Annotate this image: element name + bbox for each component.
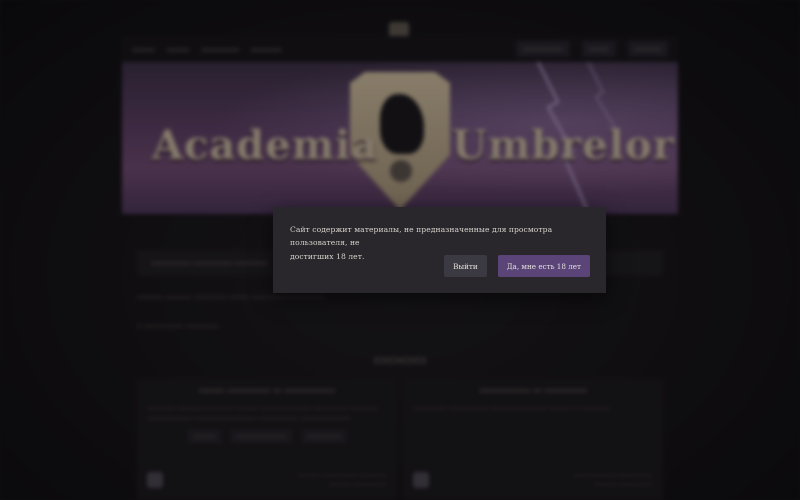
modal-actions: Выйти Да, мне есть 18 лет: [444, 255, 590, 277]
age-verification-modal: Сайт содержит материалы, не предназначен…: [273, 207, 606, 293]
confirm-age-button[interactable]: Да, мне есть 18 лет: [497, 255, 590, 277]
exit-button[interactable]: Выйти: [444, 255, 487, 277]
modal-message-line-2: достигших 18 лет.: [290, 251, 365, 261]
modal-message-line-1: Сайт содержит материалы, не предназначен…: [290, 225, 553, 248]
